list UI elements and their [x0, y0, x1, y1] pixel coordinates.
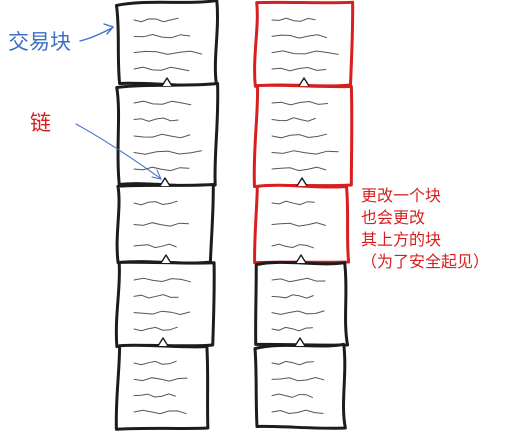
chain-columns	[114, 0, 355, 431]
block	[115, 77, 220, 188]
block-outline	[253, 183, 351, 265]
block-outline	[253, 342, 347, 430]
block-outline	[114, 343, 210, 431]
block	[253, 337, 347, 430]
block	[114, 0, 219, 88]
annotation-line-4: （为了安全起见）	[361, 252, 490, 271]
annotation-line-2: 也会更改	[361, 208, 426, 227]
annotation-line-1: 更改一个块	[361, 186, 442, 205]
block-outline	[114, 0, 219, 88]
tampered-chain	[252, 0, 355, 430]
block	[254, 254, 350, 347]
block	[115, 177, 215, 265]
block	[114, 337, 210, 431]
block	[114, 254, 216, 349]
block-outline	[253, 0, 355, 88]
tamper-annotation: 更改一个块 也会更改 其上方的块 （为了安全起见）	[361, 185, 489, 273]
block	[253, 177, 351, 265]
original-chain	[114, 0, 220, 431]
chain-label: 链	[30, 111, 51, 135]
block-outline	[254, 260, 350, 347]
block	[252, 77, 354, 189]
annotation-line-3: 其上方的块	[361, 230, 442, 249]
block-outline	[114, 260, 216, 349]
transaction-block-label: 交易块	[8, 30, 71, 54]
block-outline	[115, 182, 215, 265]
block	[253, 0, 355, 88]
